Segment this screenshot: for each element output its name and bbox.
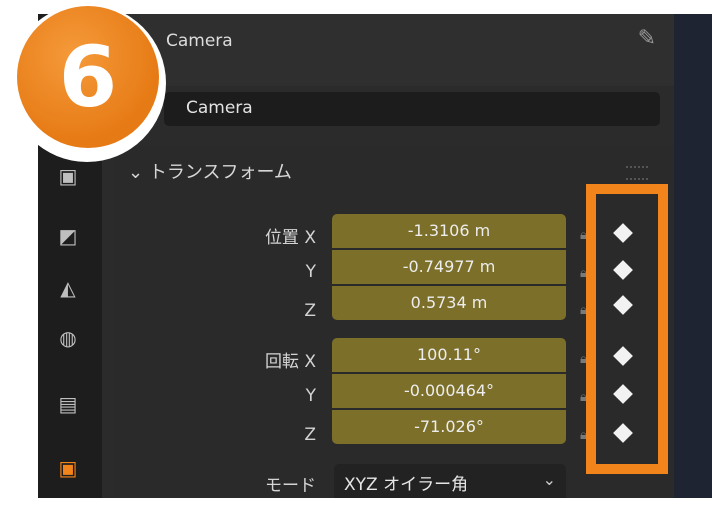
collection-tab-icon[interactable]: ▤ — [56, 392, 80, 416]
rotation-x-field[interactable]: 100.11° — [332, 338, 566, 372]
rotation-z-label: Z — [304, 425, 316, 445]
world-tab-icon[interactable]: ◍ — [56, 326, 80, 350]
object-name-field[interactable]: Camera — [164, 92, 660, 126]
viewport-edge — [674, 14, 712, 498]
object-tab-icon[interactable]: ▣ — [56, 456, 80, 480]
transform-section-header[interactable]: ⌄ トランスフォーム — [128, 158, 292, 184]
location-y-label: Y — [305, 262, 316, 282]
mode-label: モード — [265, 476, 316, 496]
rotation-y-field[interactable]: -0.000464° — [332, 374, 566, 408]
step-badge: 6 — [17, 6, 159, 148]
pin-icon[interactable]: ✎ — [638, 26, 656, 51]
location-x-field[interactable]: -1.3106 m — [332, 214, 566, 248]
rotation-mode-value: XYZ オイラー角 — [344, 475, 469, 495]
properties-header: Camera ✎ — [102, 14, 674, 86]
drag-handle-icon[interactable] — [626, 166, 648, 180]
rotation-z-field[interactable]: -71.026° — [332, 410, 566, 444]
rotation-y-label: Y — [305, 386, 316, 406]
rotation-x-label: 回転 X — [264, 352, 316, 372]
render-tab-icon[interactable]: ▣ — [56, 164, 80, 188]
location-y-field[interactable]: -0.74977 m — [332, 250, 566, 284]
rotation-mode-select[interactable]: XYZ オイラー角 ⌄ — [334, 464, 566, 498]
location-x-label: 位置 X — [264, 228, 316, 248]
header-title: Camera — [166, 31, 233, 51]
chevron-down-icon: ⌄ — [128, 162, 144, 183]
transform-title: トランスフォーム — [148, 162, 292, 183]
keyframe-highlight-box — [586, 184, 668, 474]
location-z-field[interactable]: 0.5734 m — [332, 286, 566, 320]
scene-tab-icon[interactable]: ◭ — [56, 276, 80, 300]
object-name-value: Camera — [186, 98, 253, 118]
chevron-down-icon: ⌄ — [542, 470, 556, 489]
location-z-label: Z — [304, 301, 316, 321]
output-tab-icon[interactable]: ◩ — [56, 224, 80, 248]
